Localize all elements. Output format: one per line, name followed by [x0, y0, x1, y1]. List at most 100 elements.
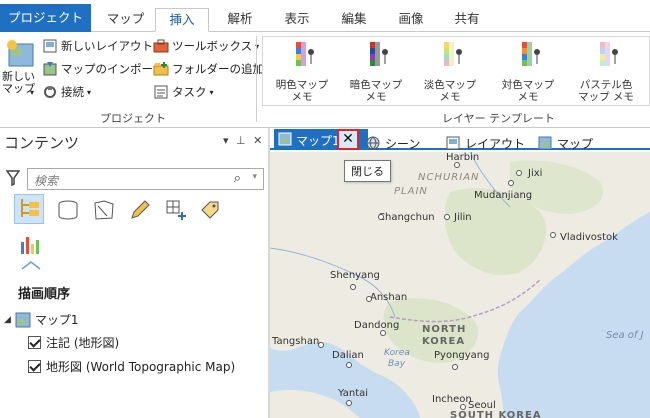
tab-insert[interactable]: 挿入 [155, 8, 209, 32]
template-dark-map[interactable]: 暗色マップ メモ [344, 40, 408, 103]
map-canvas[interactable]: Harbin NCHURIAN PLAIN Jixi Mudanjiang Ch… [270, 152, 650, 418]
pane-controls[interactable]: ▾ ⊥ ✕ [223, 134, 264, 147]
template-pastel-icon [600, 42, 618, 66]
tab-project[interactable]: プロジェクト [0, 4, 91, 32]
map-label-pyongyang: Pyongyang [434, 350, 490, 361]
map-label-south-korea: SOUTH KOREA [450, 410, 542, 418]
template-light-line1: 明色マップ [275, 79, 329, 91]
layer-name: 注記 (地形図) [46, 336, 120, 350]
map-label-korea-bay-2: Bay [388, 359, 406, 369]
connection-button[interactable]: 接続 ▾ [42, 84, 91, 100]
chevron-down-icon[interactable]: ▾ [252, 172, 257, 182]
map-label-manchurian: NCHURIAN [418, 172, 480, 183]
list-by-editing-icon[interactable] [128, 198, 152, 222]
project-group-label: プロジェクト [100, 112, 166, 125]
add-folder-icon [153, 62, 169, 76]
template-muted-map[interactable]: 淡色マップ メモ [418, 40, 482, 103]
map-label-north: NORTH [422, 324, 467, 335]
list-by-charts-icon[interactable] [18, 232, 42, 256]
tab-scene[interactable]: シーン [366, 132, 420, 154]
template-contrast-map[interactable]: 対色マップ メモ [496, 40, 560, 103]
template-pastel-line2: マップ メモ [578, 91, 634, 103]
map-label-jixi: Jixi [528, 168, 543, 179]
map-label-yantai: Yantai [338, 388, 369, 399]
map-label-vladivostok: Vladivostok [560, 232, 618, 243]
import-map-label: マップのインポート [61, 62, 165, 76]
template-pastel-map[interactable]: パステル色 マップ メモ [574, 40, 638, 103]
search-icon[interactable]: ⌕ [234, 171, 241, 186]
new-layout-button[interactable]: 新しいレイアウト▾ [42, 38, 160, 54]
search-input[interactable]: 検索 ⌕ ▾ [27, 168, 264, 190]
layout-icon [446, 136, 460, 150]
template-light-map[interactable]: 明色マップ メモ [270, 40, 334, 103]
layer-visibility-checkbox[interactable] [28, 360, 41, 373]
city-marker [444, 214, 450, 220]
tab-map-label: マップ [557, 136, 594, 151]
import-map-button[interactable]: マップのインポート [42, 61, 165, 77]
tab-map[interactable]: マップ [538, 132, 593, 154]
map-label-mudanjiang: Mudanjiang [474, 190, 533, 201]
tab-analysis[interactable]: 解析 [214, 8, 266, 32]
map-icon [538, 136, 552, 150]
template-dark-line1: 暗色マップ [349, 79, 403, 91]
template-muted-icon [444, 42, 462, 66]
chevron-down-icon: ▾ [209, 87, 214, 97]
tab-map1[interactable]: マップ1 ✕ [274, 129, 368, 150]
map-label-changchun: Changchun [378, 212, 435, 223]
template-muted-line2: メモ [439, 91, 461, 103]
toolbox-icon [153, 39, 169, 53]
list-by-labeling-icon[interactable] [198, 198, 222, 222]
chevron-down-icon: ▾ [87, 87, 92, 97]
city-marker [366, 296, 372, 302]
city-marker [550, 232, 556, 238]
map-icon [278, 132, 292, 146]
map-label-dandong: Dandong [354, 320, 400, 331]
template-pastel-line1: パステル色 [579, 79, 633, 91]
list-by-snapping-icon[interactable] [164, 198, 188, 222]
tab-imagery[interactable]: 画像 [386, 8, 436, 32]
close-tab-button[interactable]: ✕ [337, 129, 359, 150]
map-label-korea-bay-1: Korea [384, 348, 410, 358]
map-label-tangshan: Tangshan [272, 336, 320, 347]
close-tooltip: 閉じる [344, 160, 391, 182]
map-label-dalian: Dalian [332, 350, 364, 361]
template-light-icon [296, 42, 314, 66]
toolbox-button[interactable]: ツールボックス ▾ [153, 38, 259, 54]
expand-icon[interactable]: ◢ [4, 315, 11, 325]
add-folder-label: フォルダーの追加 [172, 62, 264, 76]
template-contrast-icon [522, 42, 540, 66]
task-button[interactable]: タスク ▾ [153, 84, 214, 100]
template-muted-line1: 淡色マップ [423, 79, 477, 91]
tab-edit[interactable]: 編集 [328, 8, 380, 32]
city-marker [452, 364, 458, 370]
ribbon-separator [256, 36, 257, 122]
list-by-selection-icon[interactable] [92, 198, 116, 222]
tab-scene-label: シーン [385, 136, 421, 151]
layer-item-annotation[interactable]: 注記 (地形図) [28, 334, 119, 351]
contents-title: コンテンツ [4, 134, 80, 152]
import-map-icon [43, 62, 57, 76]
chevron-up-icon[interactable] [20, 260, 42, 270]
map-tree-item[interactable]: ◢ マップ1 [4, 311, 79, 328]
layer-item-topographic[interactable]: 地形図 (World Topographic Map) [28, 358, 235, 375]
new-map-dropdown-icon[interactable]: ▾ [30, 88, 34, 97]
layer-name: 地形図 (World Topographic Map) [46, 360, 236, 374]
contents-pane: コンテンツ ▾ ⊥ ✕ 検索 ⌕ ▾ 描画順序 ◢ マップ1 注記 (地形図) … [0, 128, 268, 418]
tab-map1-label: マップ1 [296, 134, 340, 148]
layer-visibility-checkbox[interactable] [28, 336, 41, 349]
add-folder-button[interactable]: フォルダーの追加 [153, 61, 264, 77]
filter-icon[interactable] [6, 170, 20, 186]
tab-view[interactable]: 表示 [272, 8, 322, 32]
search-placeholder: 検索 [34, 174, 59, 188]
map-icon [15, 312, 31, 327]
tab-share[interactable]: 共有 [442, 8, 492, 32]
city-marker [380, 330, 386, 336]
city-marker [516, 170, 522, 176]
tab-map[interactable]: マップ [98, 8, 153, 32]
map-view-area: マップ1 ✕ シーン レイアウト マップ Harbin NCHURIAN PLA… [270, 128, 650, 418]
list-by-drawing-order-button[interactable] [14, 194, 44, 224]
map-label-shenyang: Shenyang [330, 270, 380, 281]
tab-layout[interactable]: レイアウト [446, 132, 525, 154]
list-by-data-source-icon[interactable] [56, 198, 80, 222]
tab-layout-label: レイアウト [465, 136, 526, 151]
